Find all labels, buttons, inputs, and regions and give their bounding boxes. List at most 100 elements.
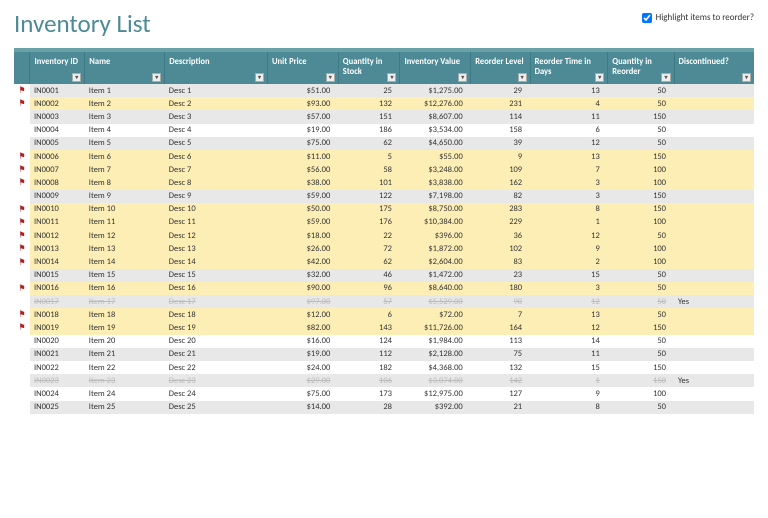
id-cell: IN0006 [30,150,85,163]
flag-cell [14,335,30,348]
qstock-cell: 175 [338,203,400,216]
flag-cell: ⚑ [14,163,30,176]
table-row[interactable]: IN0020Item 20Desc 20$16.00124$1,984.0011… [14,335,754,348]
qstock-cell: 62 [338,255,400,268]
col-flag[interactable] [14,52,30,84]
disc-cell [674,401,754,414]
col-qstock[interactable]: Quantity in Stock▾ [338,52,400,84]
table-row[interactable]: ⚑IN0010Item 10Desc 10$50.00175$8,750.002… [14,203,754,216]
filter-icon[interactable]: ▾ [661,73,670,82]
flag-icon: ⚑ [19,85,26,96]
id-cell: IN0001 [30,84,85,97]
id-cell: IN0025 [30,401,85,414]
qstock-cell: 122 [338,190,400,203]
table-row[interactable]: IN0015Item 15Desc 15$32.0046$1,472.00231… [14,269,754,282]
highlight-toggle[interactable]: Highlight items to reorder? [642,12,754,23]
table-row[interactable]: IN0005Item 5Desc 5$75.0062$4,650.0039125… [14,137,754,150]
table-row[interactable]: IN0021Item 21Desc 21$19.00112$2,128.0075… [14,348,754,361]
filter-icon[interactable]: ▾ [595,73,604,82]
rlvl-cell: 114 [471,110,530,123]
price-cell: $14.00 [268,401,339,414]
filter-icon[interactable]: ▾ [255,73,264,82]
filter-icon[interactable]: ▾ [458,73,467,82]
rlvl-cell: 283 [471,203,530,216]
table-row[interactable]: IN0023Item 23Desc 23$29.00106$3,074.0014… [14,374,754,387]
table-row[interactable]: ⚑IN0018Item 18Desc 18$12.006$72.0071350 [14,308,754,321]
table-row[interactable]: ⚑IN0012Item 12Desc 12$18.0022$396.003612… [14,229,754,242]
price-cell: $16.00 [268,335,339,348]
flag-cell [14,374,30,387]
rtime-cell: 12 [530,137,608,150]
id-cell: IN0024 [30,387,85,400]
table-row[interactable]: IN0017Item 17Desc 17$97.0057$5,529.00981… [14,295,754,308]
filter-icon[interactable]: ▾ [742,73,751,82]
flag-icon: ⚑ [19,151,26,162]
disc-cell [674,242,754,255]
table-row[interactable]: ⚑IN0011Item 11Desc 11$59.00176$10,384.00… [14,216,754,229]
table-row[interactable]: ⚑IN0002Item 2Desc 2$93.00132$12,276.0023… [14,97,754,110]
table-row[interactable]: ⚑IN0019Item 19Desc 19$82.00143$11,726.00… [14,321,754,334]
qstock-cell: 182 [338,361,400,374]
table-row[interactable]: IN0022Item 22Desc 22$24.00182$4,368.0013… [14,361,754,374]
desc-cell: Desc 18 [165,308,268,321]
filter-icon[interactable]: ▾ [518,73,527,82]
table-row[interactable]: ⚑IN0008Item 8Desc 8$38.00101$3,838.00162… [14,176,754,189]
inventory-table: Inventory ID▾ Name▾ Description▾ Unit Pr… [14,52,754,414]
rtime-cell: 1 [530,216,608,229]
qreo-cell: 150 [608,190,674,203]
flag-cell: ⚑ [14,216,30,229]
name-cell: Item 1 [85,84,165,97]
flag-icon: ⚑ [19,283,26,294]
price-cell: $12.00 [268,308,339,321]
table-row[interactable]: ⚑IN0013Item 13Desc 13$26.0072$1,872.0010… [14,242,754,255]
name-cell: Item 3 [85,110,165,123]
rtime-cell: 13 [530,150,608,163]
table-row[interactable]: IN0003Item 3Desc 3$57.00151$8,607.001141… [14,110,754,123]
rlvl-cell: 36 [471,229,530,242]
table-row[interactable]: IN0024Item 24Desc 24$75.00173$12,975.001… [14,387,754,400]
id-cell: IN0019 [30,321,85,334]
filter-icon[interactable]: ▾ [387,73,396,82]
filter-icon[interactable]: ▾ [72,73,81,82]
desc-cell: Desc 11 [165,216,268,229]
col-desc[interactable]: Description▾ [165,52,268,84]
rlvl-cell: 102 [471,242,530,255]
highlight-checkbox[interactable] [642,13,652,23]
rlvl-cell: 39 [471,137,530,150]
filter-icon[interactable]: ▾ [326,73,335,82]
col-rlvl[interactable]: Reorder Level▾ [471,52,530,84]
id-cell: IN0004 [30,124,85,137]
filter-icon[interactable]: ▾ [152,73,161,82]
table-row[interactable]: IN0009Item 9Desc 9$59.00122$7,198.008231… [14,190,754,203]
disc-cell: Yes [674,295,754,308]
col-qreo[interactable]: Quantity in Reorder▾ [608,52,674,84]
ival-cell: $1,984.00 [400,335,471,348]
disc-cell [674,255,754,268]
rtime-cell: 15 [530,269,608,282]
table-row[interactable]: ⚑IN0016Item 16Desc 16$90.0096$8,640.0018… [14,282,754,295]
table-row[interactable]: ⚑IN0001Item 1Desc 1$51.0025$1,275.002913… [14,84,754,97]
ival-cell: $8,640.00 [400,282,471,295]
ival-cell: $12,276.00 [400,97,471,110]
table-row[interactable]: ⚑IN0007Item 7Desc 7$56.0058$3,248.001097… [14,163,754,176]
table-row[interactable]: ⚑IN0006Item 6Desc 6$11.005$55.00913150 [14,150,754,163]
ival-cell: $396.00 [400,229,471,242]
table-row[interactable]: ⚑IN0014Item 14Desc 14$42.0062$2,604.0083… [14,255,754,268]
qreo-cell: 100 [608,387,674,400]
col-rtime[interactable]: Reorder Time in Days▾ [530,52,608,84]
qstock-cell: 186 [338,124,400,137]
table-row[interactable]: IN0004Item 4Desc 4$19.00186$3,534.001586… [14,124,754,137]
price-cell: $97.00 [268,295,339,308]
col-disc[interactable]: Discontinued?▾ [674,52,754,84]
col-name[interactable]: Name▾ [85,52,165,84]
name-cell: Item 18 [85,308,165,321]
table-row[interactable]: IN0025Item 25Desc 25$14.0028$392.0021850 [14,401,754,414]
flag-icon: ⚑ [19,204,26,215]
col-id[interactable]: Inventory ID▾ [30,52,85,84]
qstock-cell: 5 [338,150,400,163]
disc-cell [674,229,754,242]
name-cell: Item 21 [85,348,165,361]
desc-cell: Desc 1 [165,84,268,97]
col-price[interactable]: Unit Price▾ [268,52,339,84]
col-ival[interactable]: Inventory Value▾ [400,52,471,84]
